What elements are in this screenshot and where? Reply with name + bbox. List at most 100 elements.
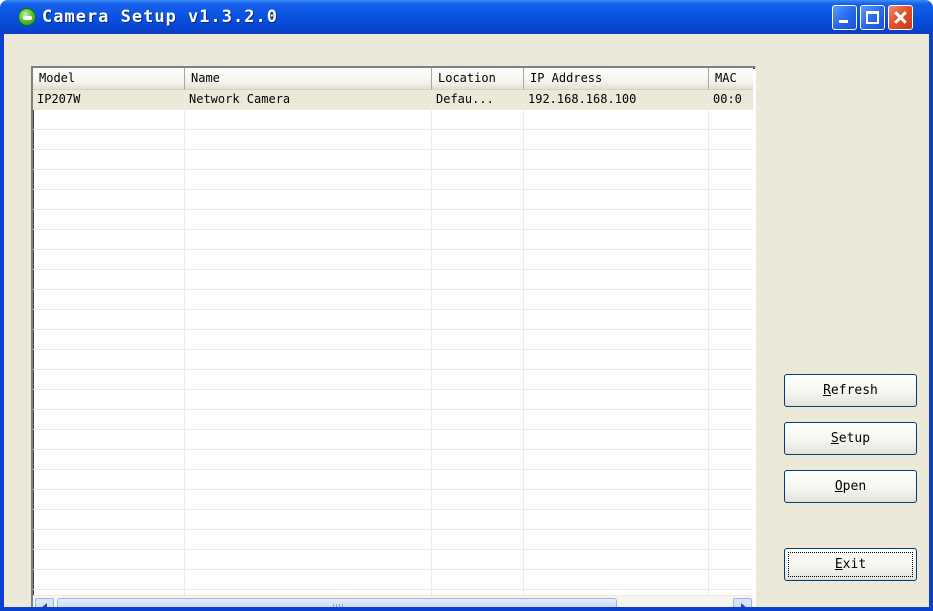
empty-cell [432,550,524,570]
empty-cell [33,510,185,530]
empty-row [33,450,753,470]
empty-cell [33,190,185,210]
empty-cell [709,150,753,170]
empty-cell [185,130,432,150]
minimize-icon [839,20,848,23]
exit-button[interactable]: Exit [784,548,917,581]
empty-cell [709,370,753,390]
empty-cell [185,290,432,310]
empty-cell [524,430,709,450]
empty-cell [432,230,524,250]
empty-row [33,330,753,350]
empty-cell [33,570,185,590]
empty-cell [524,510,709,530]
empty-cell [33,470,185,490]
empty-cell [709,350,753,370]
empty-cell [185,190,432,210]
refresh-button[interactable]: Refresh [784,374,917,407]
column-header-model[interactable]: Model [33,68,185,90]
empty-cell [524,170,709,190]
empty-cell [524,410,709,430]
empty-cell [709,210,753,230]
cell-ip-address: 192.168.168.100 [524,90,709,110]
table-row[interactable]: IP207W Network Camera Defau... 192.168.1… [33,90,753,110]
refresh-label: efresh [830,383,878,398]
refresh-accel: R [823,383,831,398]
empty-cell [524,530,709,550]
column-header-mac[interactable]: MAC [709,68,753,90]
camera-app-icon [18,8,36,26]
title-bar[interactable]: Camera Setup v1.3.2.0 [0,0,933,34]
setup-accel: S [830,431,839,446]
column-header-ip-address[interactable]: IP Address [524,68,709,90]
setup-button[interactable]: Setup [784,422,917,455]
empty-cell [33,130,185,150]
empty-cell [432,170,524,190]
empty-cell [432,530,524,550]
empty-cell [432,270,524,290]
empty-cell [33,450,185,470]
empty-cell [524,270,709,290]
empty-cell [524,190,709,210]
empty-cell [709,390,753,410]
empty-row [33,170,753,190]
empty-cell [432,150,524,170]
empty-cell [709,330,753,350]
column-header-location[interactable]: Location [432,68,524,90]
empty-cell [709,570,753,590]
empty-cell [33,110,185,130]
empty-cell [524,570,709,590]
empty-row [33,290,753,310]
camera-list[interactable]: Model Name Location IP Address MAC IP207… [31,66,756,611]
empty-cell [432,390,524,410]
empty-cell [709,530,753,550]
empty-cell [432,110,524,130]
empty-cell [432,430,524,450]
close-button[interactable] [888,5,913,30]
empty-row [33,510,753,530]
empty-cell [185,490,432,510]
cell-model: IP207W [33,90,185,110]
empty-cell [33,350,185,370]
empty-cell [709,450,753,470]
empty-cell [185,150,432,170]
empty-cell [432,370,524,390]
empty-cell [709,490,753,510]
empty-cell [709,130,753,150]
empty-row [33,550,753,570]
camera-setup-window: Camera Setup v1.3.2.0 Model Name Locatio… [0,0,933,611]
empty-cell [524,350,709,370]
empty-cell [524,150,709,170]
empty-cell [432,190,524,210]
empty-cell [524,390,709,410]
empty-cell [432,490,524,510]
empty-cell [709,310,753,330]
empty-row [33,350,753,370]
empty-cell [524,330,709,350]
empty-cell [33,250,185,270]
empty-row [33,150,753,170]
empty-row [33,430,753,450]
maximize-button[interactable] [860,5,885,30]
empty-row [33,110,753,130]
cell-name: Network Camera [185,90,432,110]
open-button[interactable]: Open [784,470,917,503]
empty-cell [524,210,709,230]
empty-cell [524,370,709,390]
empty-cell [432,310,524,330]
empty-cell [33,290,185,310]
minimize-button[interactable] [832,5,857,30]
empty-row [33,190,753,210]
empty-cell [33,310,185,330]
empty-cell [432,290,524,310]
empty-cell [185,310,432,330]
empty-cell [33,430,185,450]
empty-row [33,210,753,230]
empty-cell [33,270,185,290]
empty-row [33,270,753,290]
column-header-name[interactable]: Name [185,68,432,90]
close-icon [889,6,912,29]
empty-cell [185,350,432,370]
setup-label: etup [838,431,871,446]
window-title: Camera Setup v1.3.2.0 [42,7,278,27]
